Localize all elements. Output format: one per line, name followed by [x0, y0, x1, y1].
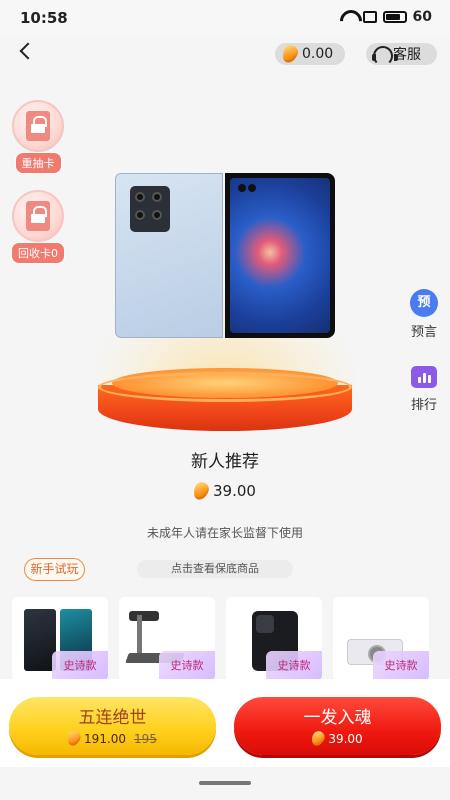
headset-icon: [372, 46, 398, 66]
product-image[interactable]: [115, 173, 335, 338]
rank-button[interactable]: 排行: [406, 366, 442, 413]
wifi-icon: [339, 10, 357, 24]
lock-card-icon: [26, 111, 50, 141]
recycle-card-label: 回收卡0: [11, 242, 65, 264]
single-draw-title: 一发入魂: [303, 708, 372, 728]
balance-pill[interactable]: 0.00: [275, 42, 345, 66]
five-draw-price-value: 191.00: [84, 731, 127, 746]
recycle-card[interactable]: 回收卡0: [10, 190, 66, 264]
phone-front: [225, 173, 335, 338]
sim-icon: [362, 11, 377, 23]
guarantee-link[interactable]: 点击查看保底商品: [137, 560, 293, 578]
balance-amount: 0.00: [302, 46, 334, 62]
thumb-item[interactable]: 史诗款: [333, 597, 429, 681]
phone-back: [115, 173, 223, 338]
redraw-card-label: 重抽卡: [14, 152, 62, 174]
single-draw-price-value: 39.00: [328, 731, 363, 746]
thumb-item[interactable]: 史诗款: [12, 597, 108, 681]
home-indicator[interactable]: [199, 781, 251, 785]
five-draw-old-price: 195: [134, 731, 157, 746]
product-price-value: 39.00: [213, 482, 256, 500]
single-draw-button[interactable]: 一发入魂 39.00: [234, 697, 441, 755]
single-draw-price: 39.00: [234, 729, 441, 748]
status-bar: 10:58 60: [0, 0, 450, 36]
product-thumbnails: 史诗款 史诗款 史诗款 史诗款: [12, 597, 442, 681]
back-button[interactable]: [14, 40, 38, 64]
trial-button[interactable]: 新手试玩: [24, 558, 85, 581]
phone-screen: [230, 178, 330, 333]
epic-badge: 史诗款: [266, 651, 322, 681]
predict-icon: 预: [410, 289, 438, 317]
crystal-icon: [65, 729, 83, 748]
five-draw-title: 五连绝世: [78, 708, 147, 728]
redraw-card-icon: [12, 100, 64, 152]
predict-label: 预言: [410, 325, 437, 340]
crystal-icon: [190, 479, 212, 503]
lock-card-icon: [26, 201, 50, 231]
product-name: 新人推荐: [191, 452, 259, 472]
crystal-icon: [279, 42, 301, 66]
pedestal-rim: [98, 372, 352, 402]
redraw-card[interactable]: 重抽卡: [10, 100, 66, 174]
recycle-card-icon: [12, 190, 64, 242]
thumb-item[interactable]: 史诗款: [226, 597, 322, 681]
epic-badge: 史诗款: [373, 651, 429, 681]
five-draw-price: 191.00 195: [9, 729, 216, 748]
status-icons: 60: [339, 9, 432, 25]
rank-label: 排行: [410, 398, 437, 413]
epic-badge: 史诗款: [52, 651, 108, 681]
product-price: 39.00: [0, 479, 450, 503]
camera-module: [130, 186, 170, 232]
minor-notice: 未成年人请在家长监督下使用: [146, 526, 303, 540]
bottom-action-bar: 五连绝世 191.00 195 一发入魂 39.00: [0, 679, 450, 767]
customer-service-button[interactable]: 客服: [366, 43, 437, 66]
status-time: 10:58: [20, 9, 68, 27]
battery-icon: [382, 11, 407, 23]
battery-level: 60: [412, 9, 432, 25]
crystal-icon: [309, 729, 327, 748]
predict-button[interactable]: 预 预言: [406, 289, 442, 340]
epic-badge: 史诗款: [159, 651, 215, 681]
bar-chart-icon: [411, 366, 437, 388]
thumb-item[interactable]: 史诗款: [119, 597, 215, 681]
five-draw-button[interactable]: 五连绝世 191.00 195: [9, 697, 216, 755]
